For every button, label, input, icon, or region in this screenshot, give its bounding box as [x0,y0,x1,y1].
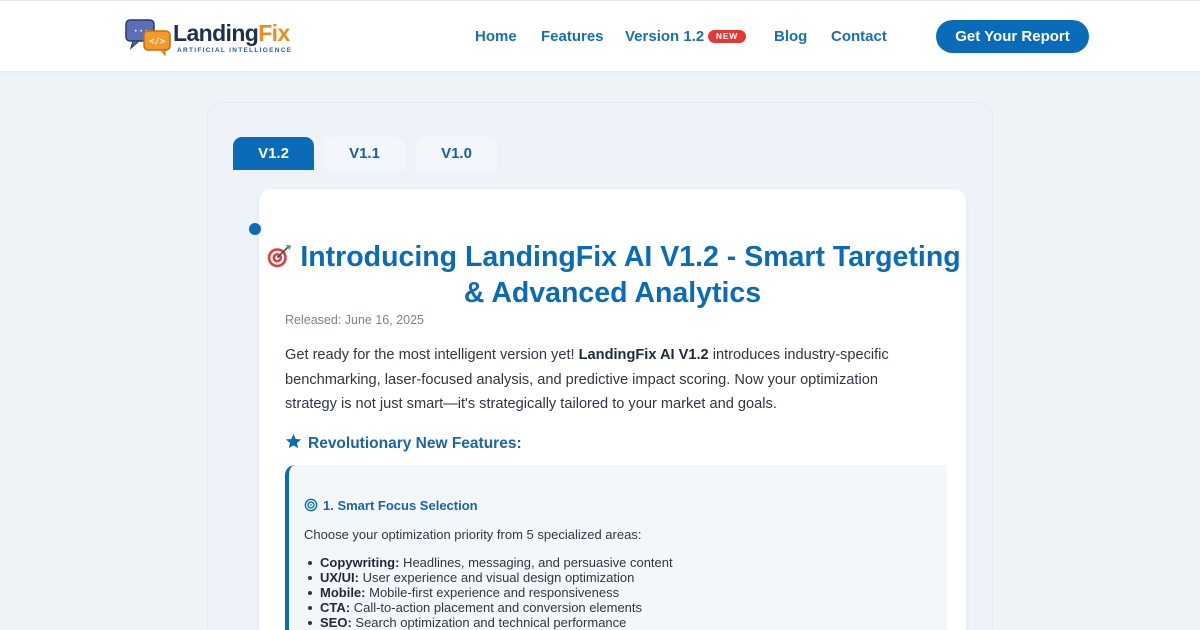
list-item: CTA: Call-to-action placement and conver… [308,600,673,615]
focus-area-list: Copywriting: Headlines, messaging, and p… [308,555,673,630]
nav-home[interactable]: Home [475,28,517,45]
tab-v1-0[interactable]: V1.0 [416,137,497,170]
release-title: Introducing LandingFix AI V1.2 - Smart T… [259,239,966,311]
brand-name-part1: Landing [173,20,259,46]
dart-target-icon [268,244,292,268]
list-item: Mobile: Mobile-first experience and resp… [308,585,673,600]
feature-description: Choose your optimization priority from 5… [304,527,642,542]
list-item: SEO: Search optimization and technical p… [308,615,673,630]
focus-area-name: Mobile: [320,585,366,600]
focus-area-name: CTA: [320,600,351,615]
focus-area-name: UX/UI: [320,570,359,585]
release-date: Released: June 16, 2025 [285,313,424,327]
target-ring-icon [304,498,318,512]
brand-name: LandingFix [173,20,290,46]
site-header: ··· </> LandingFix ARTIFICIAL INTELLIGEN… [0,0,1200,71]
brand-logo[interactable]: ··· </> LandingFix ARTIFICIAL INTELLIGEN… [125,17,305,57]
brand-name-part2: Fix [258,20,290,46]
chat-bubbles-code-icon: ··· </> [125,19,171,57]
feature-title-text: 1. Smart Focus Selection [323,498,478,513]
focus-area-name: SEO: [320,615,352,630]
focus-area-text: Mobile-first experience and responsivene… [365,585,620,600]
focus-area-text: Headlines, messaging, and persuasive con… [399,555,673,570]
nav-features[interactable]: Features [541,28,604,45]
focus-area-name: Copywriting: [320,555,400,570]
intro-product-name: LandingFix AI V1.2 [578,347,709,363]
feature-title: 1. Smart Focus Selection [304,498,478,513]
tab-v1-2[interactable]: V1.2 [233,137,314,170]
timeline-dot [249,223,261,235]
focus-area-text: Call-to-action placement and conversion … [350,600,643,615]
release-title-text: Introducing LandingFix AI V1.2 - Smart T… [300,241,961,309]
new-badge: NEW [708,30,746,43]
tab-v1-1[interactable]: V1.1 [324,137,405,170]
nav-blog[interactable]: Blog [774,28,807,45]
list-item: UX/UI: User experience and visual design… [308,570,673,585]
nav-version[interactable]: Version 1.2 [625,28,704,45]
features-heading-text: Revolutionary New Features: [308,435,522,452]
list-item: Copywriting: Headlines, messaging, and p… [308,555,673,570]
focus-area-text: Search optimization and technical perfor… [351,615,627,630]
features-heading: Revolutionary New Features: [285,433,522,453]
get-report-button[interactable]: Get Your Report [936,20,1089,53]
nav-contact[interactable]: Contact [831,28,887,45]
focus-area-text: User experience and visual design optimi… [359,570,635,585]
svg-text:</>: </> [149,37,166,47]
intro-text-start: Get ready for the most intelligent versi… [285,347,579,363]
release-intro: Get ready for the most intelligent versi… [285,343,925,417]
star-icon [285,433,302,449]
brand-tagline: ARTIFICIAL INTELLIGENCE [177,47,293,54]
